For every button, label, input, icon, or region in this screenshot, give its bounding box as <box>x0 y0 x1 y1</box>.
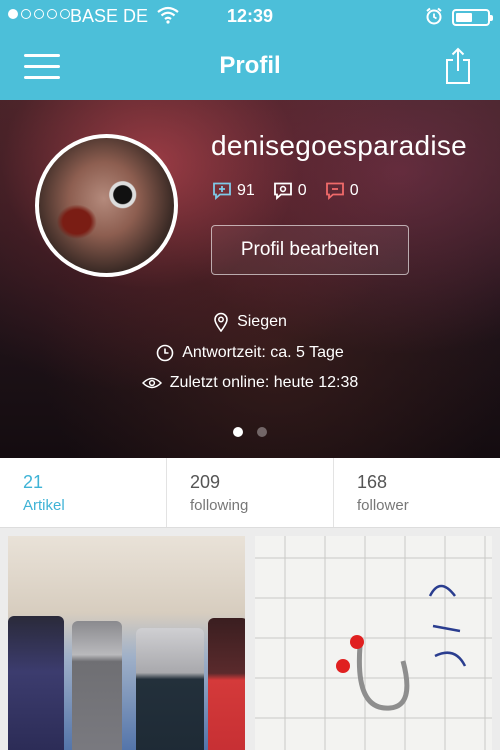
share-icon[interactable] <box>444 47 472 85</box>
page-indicator[interactable] <box>0 427 500 437</box>
comments-count: 0 <box>349 182 359 199</box>
tab-followers[interactable]: 168 follower <box>334 458 500 527</box>
tab-following[interactable]: 209 following <box>167 458 334 527</box>
tab-label: following <box>190 497 249 514</box>
article-image <box>208 618 245 750</box>
article-image <box>136 628 204 750</box>
article-card-nail-polish[interactable] <box>8 536 245 750</box>
eye-icon <box>141 377 162 389</box>
page-title: Profil <box>219 52 281 79</box>
question-bubble-icon <box>213 182 231 200</box>
last-online-text: Zuletzt online: heute 12:38 <box>169 374 359 391</box>
article-grid <box>0 528 500 750</box>
answers-stat[interactable]: 0 <box>273 182 307 200</box>
answers-count: 0 <box>297 182 307 199</box>
answer-bubble-icon <box>273 182 292 200</box>
avatar[interactable] <box>35 134 178 277</box>
username: denisegoesparadise <box>211 130 468 161</box>
response-time-row: Antwortzeit: ca. 5 Tage <box>0 344 500 362</box>
location-pin-icon <box>214 312 228 332</box>
tab-articles[interactable]: 21 Artikel <box>0 458 167 527</box>
edit-profile-button[interactable]: Profil bearbeiten <box>211 225 409 275</box>
tab-count: 21 <box>23 472 44 492</box>
article-image <box>8 616 64 750</box>
status-bar: BASE DE 12:39 <box>0 0 500 34</box>
location-row: Siegen <box>0 312 500 332</box>
clock-icon <box>156 344 174 362</box>
article-card-piercing[interactable] <box>255 536 492 750</box>
page-dot-active[interactable] <box>233 427 243 437</box>
questions-stat[interactable]: 91 <box>212 182 255 200</box>
profile-tabs: 21 Artikel 209 following 168 follower <box>0 458 500 528</box>
questions-count: 91 <box>237 182 255 199</box>
profile-header: denisegoesparadise 91 0 0 Profil bearbei… <box>0 100 500 458</box>
comment-bubble-icon <box>325 182 344 200</box>
comments-stat[interactable]: 0 <box>325 182 359 200</box>
top-bar: BASE DE 12:39 Profil <box>0 0 500 100</box>
alarm-clock-icon <box>426 7 442 25</box>
tab-label: follower <box>357 497 409 514</box>
article-image <box>72 621 122 750</box>
battery-icon <box>452 9 493 26</box>
tab-count: 168 <box>357 472 388 492</box>
response-time-text: Antwortzeit: ca. 5 Tage <box>182 344 344 361</box>
article-image <box>255 536 492 750</box>
profile-stats: 91 0 0 <box>212 182 377 200</box>
tab-label: Artikel <box>23 497 65 514</box>
page-dot[interactable] <box>257 427 267 437</box>
location-text: Siegen <box>237 313 287 330</box>
tab-count: 209 <box>190 472 221 492</box>
last-online-row: Zuletzt online: heute 12:38 <box>0 374 500 392</box>
